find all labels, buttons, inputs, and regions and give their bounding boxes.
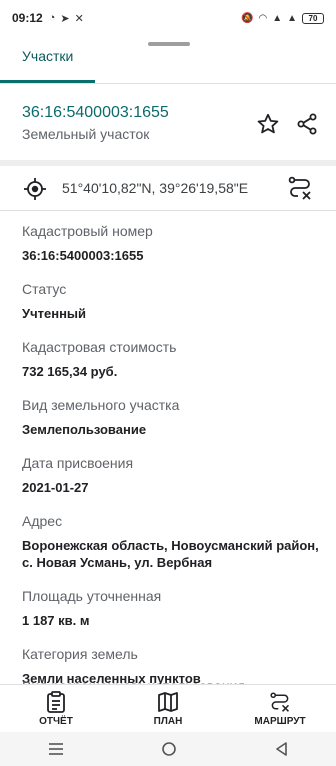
property-parcel-kind: Вид земельного участка Землепользование bbox=[22, 396, 322, 438]
route-clear-button[interactable] bbox=[286, 174, 314, 202]
nav-route-button[interactable]: МАРШРУТ bbox=[224, 685, 336, 733]
coordinates-divider bbox=[0, 210, 336, 211]
nav-plan-button[interactable]: ПЛАН bbox=[112, 685, 224, 733]
parcel-type: Земельный участок bbox=[22, 126, 150, 142]
property-assigned-date: Дата присвоения 2021-01-27 bbox=[22, 454, 322, 496]
system-navigation-bar bbox=[0, 732, 336, 766]
property-label: Адрес bbox=[22, 513, 63, 529]
nav-report-button[interactable]: ОТЧЁТ bbox=[0, 685, 112, 733]
route-off-icon bbox=[288, 176, 311, 200]
star-icon bbox=[257, 113, 279, 134]
app-notification-icon: ✕ bbox=[74, 12, 84, 25]
share-button[interactable] bbox=[293, 110, 321, 138]
status-bar: 09:12 ◔ ➤ ✕ 🔕 ◠ ▲ ▲ 70 bbox=[0, 0, 336, 36]
tab-divider bbox=[0, 83, 336, 84]
bottom-navigation: ОТЧЁТ ПЛАН МАРШРУТ bbox=[0, 684, 336, 733]
map-icon bbox=[158, 692, 178, 712]
sheet-drag-handle[interactable] bbox=[148, 42, 190, 46]
property-area: Площадь уточненная 1 187 кв. м bbox=[22, 587, 322, 629]
coordinates-row: 51°40'10,82"N, 39°26'19,58"E bbox=[0, 166, 336, 210]
parcel-header: 36:16:5400003:1655 Земельный участок bbox=[22, 104, 169, 142]
report-icon bbox=[47, 691, 65, 713]
tab-parcels[interactable]: Участки bbox=[22, 48, 73, 76]
mute-icon: 🔕 bbox=[241, 12, 254, 24]
property-label: Дата присвоения bbox=[22, 455, 134, 471]
clock: 09:12 bbox=[12, 11, 43, 25]
parcel-cadastral-number[interactable]: 36:16:5400003:1655 bbox=[22, 104, 169, 122]
wifi-icon: ◠ bbox=[258, 12, 268, 24]
signal-icon: ▲ bbox=[272, 12, 283, 24]
notification-icon: ◔ bbox=[48, 12, 56, 24]
property-cadastral-value: Кадастровая стоимость 732 165,34 руб. bbox=[22, 338, 322, 380]
property-status: Статус Учтенный bbox=[22, 280, 322, 322]
property-label: Кадастровый номер bbox=[22, 223, 153, 239]
home-icon[interactable] bbox=[161, 741, 177, 757]
property-value: 1 187 кв. м bbox=[22, 613, 90, 628]
nav-route-label: МАРШРУТ bbox=[254, 716, 306, 727]
property-label: Статус bbox=[22, 281, 67, 297]
favorite-button[interactable] bbox=[254, 110, 282, 138]
property-value: Землепользование bbox=[22, 422, 147, 437]
nav-report-label: ОТЧЁТ bbox=[39, 716, 73, 727]
menu-icon[interactable] bbox=[48, 742, 64, 756]
back-icon[interactable] bbox=[274, 741, 288, 757]
share-icon bbox=[297, 113, 317, 135]
property-value: Учтенный bbox=[22, 306, 87, 321]
property-label: Площадь уточненная bbox=[22, 588, 162, 604]
battery-icon: 70 bbox=[302, 12, 324, 24]
telegram-icon: ➤ bbox=[60, 12, 70, 25]
crosshair-icon bbox=[24, 178, 46, 200]
property-value: 2021-01-27 bbox=[22, 480, 89, 495]
property-label: Категория земель bbox=[22, 646, 138, 662]
property-value: Воронежская область, Новоусманский район… bbox=[22, 538, 319, 570]
locate-button[interactable] bbox=[22, 176, 48, 202]
coordinates-text[interactable]: 51°40'10,82"N, 39°26'19,58"E bbox=[62, 180, 248, 196]
route-icon bbox=[270, 692, 290, 712]
property-label: Вид земельного участка bbox=[22, 397, 180, 413]
nav-plan-label: ПЛАН bbox=[153, 716, 183, 727]
property-cadastral-number: Кадастровый номер 36:16:5400003:1655 bbox=[22, 222, 322, 264]
parcel-properties: Кадастровый номер 36:16:5400003:1655 Ста… bbox=[22, 222, 322, 703]
signal-icon-2: ▲ bbox=[287, 12, 297, 24]
property-value: 36:16:5400003:1655 bbox=[22, 248, 144, 263]
property-label: Кадастровая стоимость bbox=[22, 339, 177, 355]
property-value: 732 165,34 руб. bbox=[22, 364, 118, 379]
property-address: Адрес Воронежская область, Новоусманский… bbox=[22, 512, 322, 571]
property-label-cutoff: Вид разрешенного использования bbox=[22, 677, 245, 684]
